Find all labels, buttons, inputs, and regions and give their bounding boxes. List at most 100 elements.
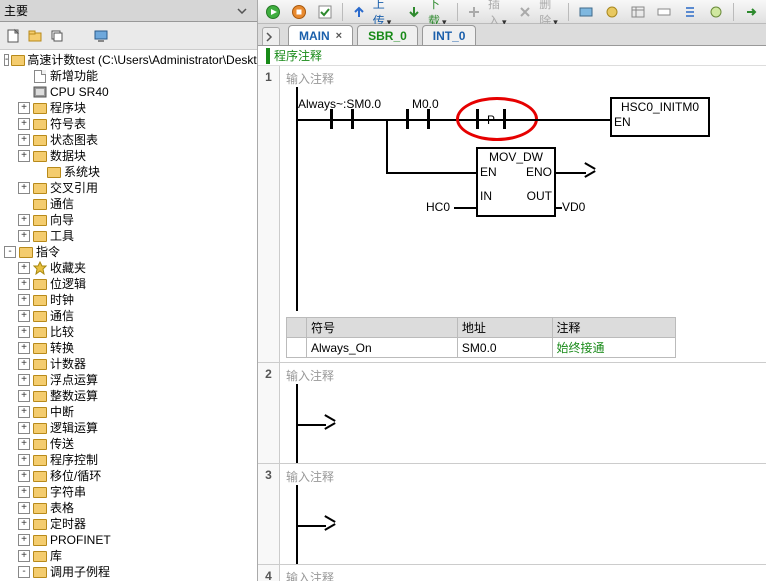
expand-toggle[interactable] xyxy=(32,166,44,178)
tree-item[interactable]: +时钟 xyxy=(0,292,257,308)
run-button[interactable] xyxy=(262,3,284,21)
expand-toggle[interactable]: + xyxy=(18,310,30,322)
expand-toggle[interactable]: + xyxy=(18,454,30,466)
toolbar-new-icon[interactable] xyxy=(4,27,22,45)
tb-icon-4[interactable] xyxy=(653,3,675,21)
toolbar-stack-icon[interactable] xyxy=(48,27,66,45)
expand-toggle[interactable]: - xyxy=(4,54,9,66)
tree-item[interactable]: +符号表 xyxy=(0,116,257,132)
tree-item[interactable]: 系统块 xyxy=(0,164,257,180)
tab-int0[interactable]: INT_0 xyxy=(422,25,477,45)
tree-item[interactable]: -指令 xyxy=(0,244,257,260)
expand-toggle[interactable]: + xyxy=(18,374,30,386)
network-1[interactable]: 1 输入注释 Always~:SM0.0 xyxy=(258,66,766,363)
tree-item[interactable]: 通信 xyxy=(0,196,257,212)
expand-toggle[interactable]: + xyxy=(18,134,30,146)
tree-item[interactable]: -调用子例程 xyxy=(0,564,257,580)
tree-item[interactable]: +表格 xyxy=(0,500,257,516)
expand-toggle[interactable]: - xyxy=(4,246,16,258)
tb-icon-3[interactable] xyxy=(627,3,649,21)
tab-main[interactable]: MAIN × xyxy=(288,25,353,45)
networks-container[interactable]: 1 输入注释 Always~:SM0.0 xyxy=(258,66,766,581)
expand-toggle[interactable]: + xyxy=(18,102,30,114)
expand-toggle[interactable]: + xyxy=(18,118,30,130)
expand-toggle[interactable]: + xyxy=(18,214,30,226)
toolbar-open-icon[interactable] xyxy=(26,27,44,45)
expand-toggle[interactable]: + xyxy=(18,486,30,498)
expand-toggle[interactable]: + xyxy=(18,422,30,434)
expand-toggle[interactable]: + xyxy=(18,438,30,450)
program-comment-bar[interactable]: 程序注释 xyxy=(258,46,766,66)
tree-item[interactable]: +位逻辑 xyxy=(0,276,257,292)
expand-toggle[interactable]: + xyxy=(18,182,30,194)
tree-item[interactable]: +收藏夹 xyxy=(0,260,257,276)
network-3-comment[interactable]: 输入注释 xyxy=(286,468,760,485)
block-mov-dw[interactable]: MOV_DW EN ENO IN OUT xyxy=(476,147,556,217)
tb-icon-2[interactable] xyxy=(601,3,623,21)
expand-toggle[interactable] xyxy=(18,70,30,82)
tree-item[interactable]: +中断 xyxy=(0,404,257,420)
expand-toggle[interactable]: + xyxy=(18,326,30,338)
network-2-comment[interactable]: 输入注释 xyxy=(286,367,760,384)
expand-toggle[interactable]: + xyxy=(18,150,30,162)
tree-item[interactable]: +程序块 xyxy=(0,100,257,116)
expand-toggle[interactable]: + xyxy=(18,262,30,274)
tb-forward-icon[interactable] xyxy=(740,3,762,21)
expand-toggle[interactable]: + xyxy=(18,406,30,418)
tree-item[interactable]: +交叉引用 xyxy=(0,180,257,196)
panel-dropdown-icon[interactable] xyxy=(231,8,253,14)
expand-toggle[interactable]: + xyxy=(18,502,30,514)
tb-icon-5[interactable] xyxy=(679,3,701,21)
expand-toggle[interactable]: + xyxy=(18,534,30,546)
expand-toggle[interactable] xyxy=(18,86,30,98)
insert-button[interactable] xyxy=(464,4,484,20)
upload-button[interactable] xyxy=(349,4,369,20)
expand-toggle[interactable]: + xyxy=(18,550,30,562)
tree-item[interactable]: +转换 xyxy=(0,340,257,356)
tree-item[interactable]: +PROFINET xyxy=(0,532,257,548)
tree-item[interactable]: -高速计数test (C:\Users\Administrator\Deskto… xyxy=(0,52,257,68)
expand-toggle[interactable]: + xyxy=(18,294,30,306)
tree-item[interactable]: +计数器 xyxy=(0,356,257,372)
delete-button[interactable] xyxy=(515,4,535,20)
tree-item[interactable]: +数据块 xyxy=(0,148,257,164)
expand-toggle[interactable] xyxy=(18,198,30,210)
tree-item[interactable]: +工具 xyxy=(0,228,257,244)
network-3[interactable]: 3 输入注释 xyxy=(258,464,766,565)
tab-sbr0[interactable]: SBR_0 xyxy=(357,25,418,45)
tree-item[interactable]: +程序控制 xyxy=(0,452,257,468)
tree-item[interactable]: CPU SR40 xyxy=(0,84,257,100)
tree-item[interactable]: +整数运算 xyxy=(0,388,257,404)
expand-toggle[interactable]: + xyxy=(18,230,30,242)
tab-history-button[interactable] xyxy=(262,27,280,45)
network-4-comment[interactable]: 输入注释 xyxy=(286,569,760,581)
tree-item[interactable]: +状态图表 xyxy=(0,132,257,148)
tree-item[interactable]: +传送 xyxy=(0,436,257,452)
tree-item[interactable]: +通信 xyxy=(0,308,257,324)
expand-toggle[interactable]: + xyxy=(18,470,30,482)
symbol-table-row[interactable]: Always_OnSM0.0始终接通 xyxy=(287,338,676,358)
tree-item[interactable]: +向导 xyxy=(0,212,257,228)
tree-item[interactable]: 新增功能 xyxy=(0,68,257,84)
expand-toggle[interactable]: + xyxy=(18,518,30,530)
network-1-comment[interactable]: 输入注释 xyxy=(286,70,760,87)
tree-item[interactable]: +浮点运算 xyxy=(0,372,257,388)
project-tree[interactable]: -高速计数test (C:\Users\Administrator\Deskto… xyxy=(0,50,257,581)
block-hsc0-initm0[interactable]: HSC0_INITM0 EN xyxy=(610,97,710,137)
tb-icon-1[interactable] xyxy=(575,3,597,21)
tree-item[interactable]: +逻辑运算 xyxy=(0,420,257,436)
tree-item[interactable]: +定时器 xyxy=(0,516,257,532)
expand-toggle[interactable]: + xyxy=(18,358,30,370)
network-2[interactable]: 2 输入注释 xyxy=(258,363,766,464)
toolbar-monitor-icon[interactable] xyxy=(92,27,110,45)
tab-main-close-icon[interactable]: × xyxy=(336,30,342,42)
tree-item[interactable]: +字符串 xyxy=(0,484,257,500)
network-4[interactable]: 4 输入注释 xyxy=(258,565,766,581)
expand-toggle[interactable]: + xyxy=(18,390,30,402)
expand-toggle[interactable]: + xyxy=(18,342,30,354)
expand-toggle[interactable]: - xyxy=(18,566,30,578)
tree-item[interactable]: +库 xyxy=(0,548,257,564)
stop-button[interactable] xyxy=(288,3,310,21)
tree-item[interactable]: +移位/循环 xyxy=(0,468,257,484)
expand-toggle[interactable]: + xyxy=(18,278,30,290)
